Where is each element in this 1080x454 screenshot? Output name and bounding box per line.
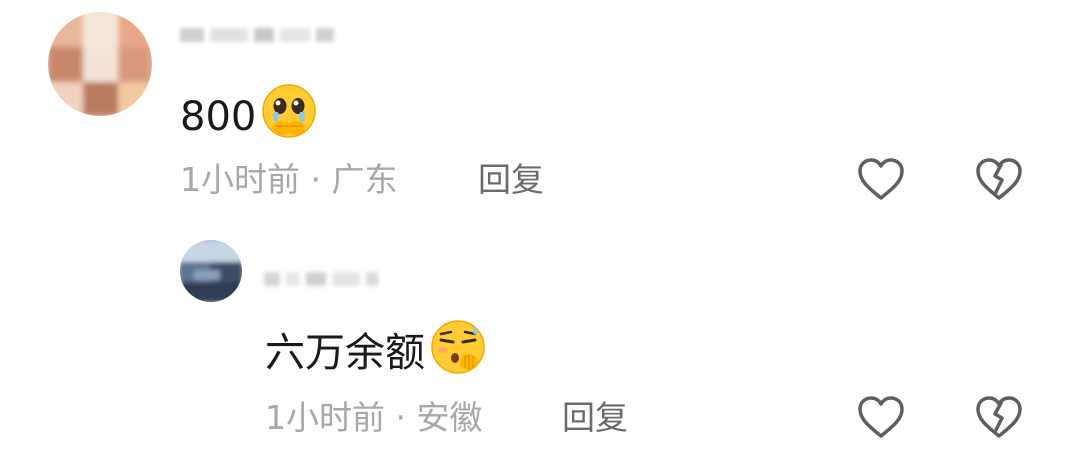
like-button[interactable]: [856, 394, 906, 440]
dislike-button[interactable]: [974, 394, 1024, 440]
comment-time: 1小时前: [265, 398, 385, 437]
comment-location: 安徽: [416, 398, 483, 437]
comment-time: 1小时前: [180, 160, 300, 199]
heart-outline-icon: [858, 158, 904, 200]
broken-heart-outline-icon: [976, 158, 1022, 200]
avatar[interactable]: [48, 12, 152, 116]
shushing-sweat-face-emoji: [429, 318, 487, 387]
username-blurred[interactable]: [180, 24, 334, 46]
comment-text-content: 六万余额: [265, 329, 425, 376]
comment-text: 800: [180, 82, 318, 151]
comment-meta: 1小时前 · 安徽: [265, 398, 482, 438]
reply-button[interactable]: 回复: [478, 160, 544, 200]
broken-heart-outline-icon: [976, 396, 1022, 438]
dislike-button[interactable]: [974, 156, 1024, 202]
heart-outline-icon: [858, 396, 904, 438]
comment-text: 六万余额: [265, 318, 487, 387]
meta-separator: ·: [385, 398, 417, 437]
pleading-face-hands-emoji: [260, 82, 318, 151]
comment-location: 广东: [331, 160, 398, 199]
comment-text-content: 800: [180, 93, 257, 140]
reply-button[interactable]: 回复: [562, 398, 628, 438]
username-blurred[interactable]: [264, 268, 378, 290]
meta-separator: ·: [300, 160, 332, 199]
avatar[interactable]: [180, 240, 242, 302]
like-button[interactable]: [856, 156, 906, 202]
comment-meta: 1小时前 · 广东: [180, 160, 397, 200]
